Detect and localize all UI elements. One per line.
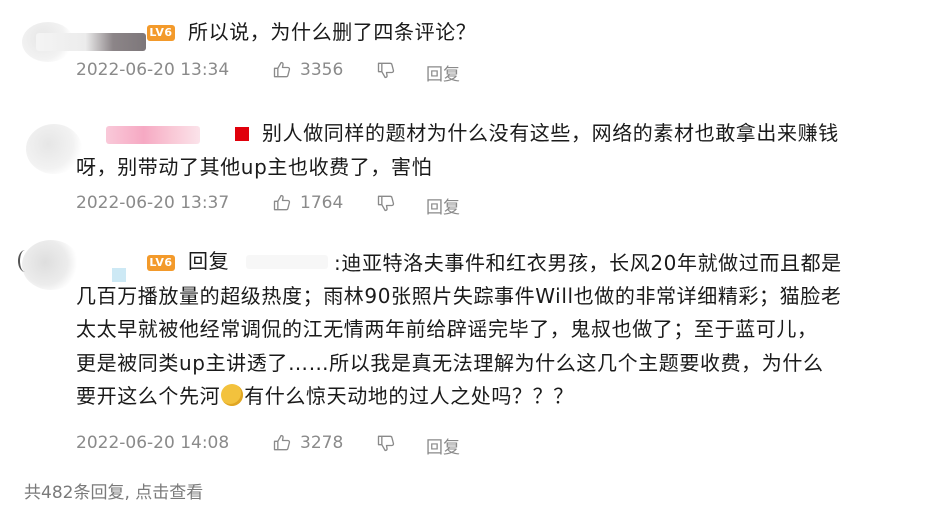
dislike-button[interactable] <box>376 60 404 80</box>
level-badge: LV6 <box>147 255 175 271</box>
mentioned-username-blurred[interactable] <box>246 255 328 269</box>
reply-text-segment: 有什么惊天动地的过人之处吗？？？ <box>244 384 574 408</box>
like-count: 1764 <box>300 193 344 213</box>
dislike-button[interactable] <box>376 193 404 213</box>
reply-text: 所以说，为什么删了四条评论？ <box>188 20 477 44</box>
reply-button[interactable]: 回复 <box>426 193 460 218</box>
reply-date: 2022-06-20 13:37 <box>76 193 230 213</box>
reply-text: :迪亚特洛夫事件和红衣男孩，长风20年就做过而且都是 <box>334 251 842 275</box>
reply-text-segment: 要开这么个先河 <box>76 384 221 408</box>
thumbs-up-icon <box>273 434 291 451</box>
reply-button[interactable]: 回复 <box>426 60 460 85</box>
reply-text: 更是被同类up主讲透了……所以我是真无法理解为什么这几个主题要收费，为什么 <box>76 351 824 375</box>
like-count: 3356 <box>300 60 344 80</box>
reply-text: 要开这么个先河 有什么惊天动地的过人之处吗？？？ <box>76 382 574 411</box>
thumbs-down-icon <box>377 435 395 452</box>
like-button[interactable]: 3278 <box>272 433 343 453</box>
username-blurred[interactable] <box>106 126 200 144</box>
avatar[interactable] <box>26 124 82 174</box>
reply-prefix: 回复 <box>188 249 230 273</box>
reply-text: 别人做同样的题材为什么没有这些，网络的素材也敢拿出来赚钱 <box>262 121 839 145</box>
thumbs-up-icon <box>273 194 291 211</box>
thumbs-down-icon <box>377 62 395 79</box>
reply-text: 呀，别带动了其他up主也收费了，害怕 <box>76 155 433 179</box>
reply-meta: 2022-06-20 14:08 3278 回复 <box>76 433 576 458</box>
reply-meta: 2022-06-20 13:37 1764 回复 <box>76 193 576 218</box>
view-all-replies-link[interactable]: 共482条回复, 点击查看 <box>24 478 203 503</box>
reply-date: 2022-06-20 14:08 <box>76 433 230 453</box>
thumbs-down-icon <box>377 195 395 212</box>
like-button[interactable]: 3356 <box>272 60 343 80</box>
reply-date: 2022-06-20 13:34 <box>76 60 230 80</box>
username-blurred[interactable] <box>36 33 146 51</box>
dislike-button[interactable] <box>376 433 404 453</box>
red-tag <box>235 127 249 141</box>
reply-text: 太太早就被他经常调侃的江无情两年前给辟谣完毕了，鬼叔也做了；至于蓝可儿， <box>76 317 818 341</box>
thumbs-up-icon <box>273 61 291 78</box>
reply-meta: 2022-06-20 13:34 3356 回复 <box>76 60 576 85</box>
reply-button[interactable]: 回复 <box>426 433 460 458</box>
like-button[interactable]: 1764 <box>272 193 343 213</box>
level-badge: LV6 <box>147 25 175 41</box>
avatar-ring <box>18 250 32 272</box>
like-count: 3278 <box>300 433 344 453</box>
laughing-emoji-icon <box>221 384 244 406</box>
reply-text: 几百万播放量的超级热度；雨林90张照片失踪事件Will也做的非常详细精彩；猫脸老 <box>76 284 842 308</box>
user-badge <box>112 268 126 282</box>
